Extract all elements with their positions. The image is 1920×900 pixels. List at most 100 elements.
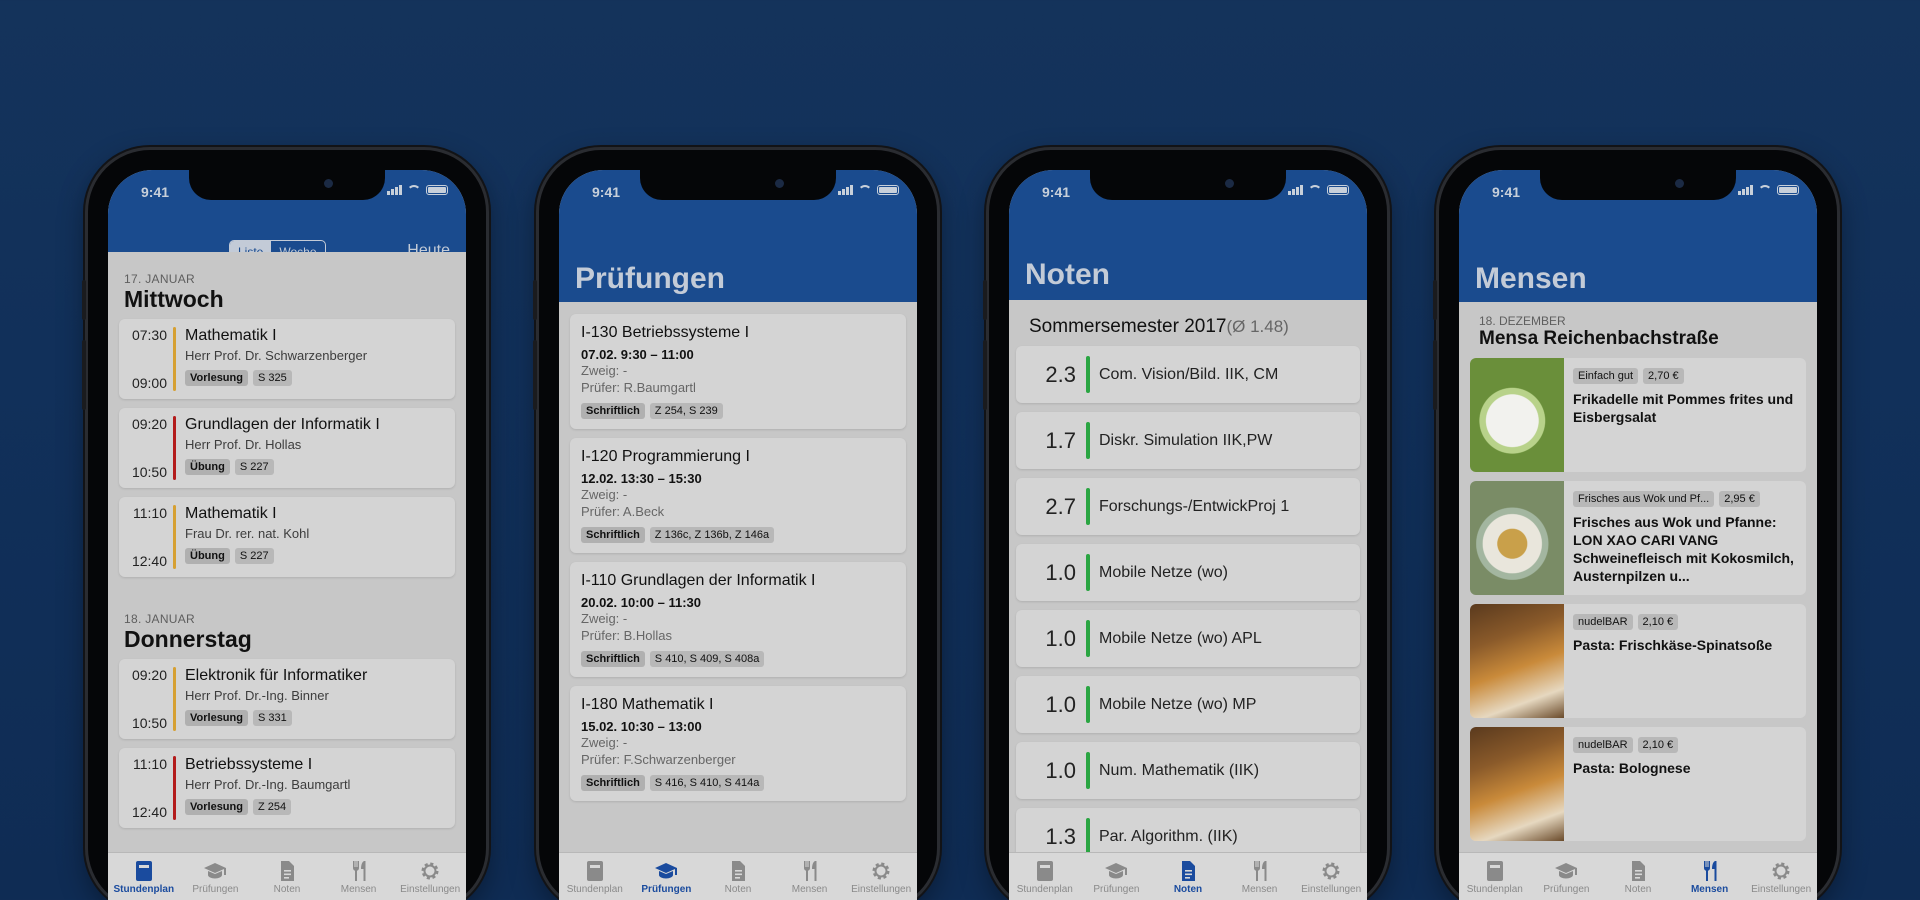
lecture-color-bar bbox=[173, 416, 176, 480]
grade-color-bar bbox=[1086, 422, 1090, 459]
tab-noten[interactable]: Noten bbox=[1152, 853, 1224, 900]
tab-mensen[interactable]: Mensen bbox=[323, 853, 395, 900]
lecture-prof: Frau Dr. rer. nat. Kohl bbox=[185, 526, 310, 541]
tab-noten[interactable]: Noten bbox=[702, 853, 774, 900]
exam-title: I-130 Betriebssysteme I bbox=[581, 324, 750, 341]
document-icon bbox=[273, 858, 301, 884]
gear-icon bbox=[1317, 858, 1345, 884]
tab-einstellungen[interactable]: Einstellungen bbox=[845, 853, 917, 900]
pasta-cook-photo bbox=[1470, 604, 1564, 718]
tab-pruefungen[interactable]: Prüfungen bbox=[631, 853, 703, 900]
grade-row[interactable]: 1.7 Diskr. Simulation IIK,PW bbox=[1016, 412, 1360, 469]
meal-card[interactable]: nudelBAR 2,10 € Pasta: Bolognese bbox=[1470, 727, 1806, 841]
meal-line: nudelBAR bbox=[1573, 737, 1633, 753]
status-time: 9:41 bbox=[1042, 184, 1071, 200]
calendar-icon bbox=[1031, 858, 1059, 884]
tab-label: Prüfungen bbox=[192, 884, 239, 895]
grade-row[interactable]: 1.3 Par. Algorithm. (IIK) bbox=[1016, 808, 1360, 852]
tab-stundenplan[interactable]: Stundenplan bbox=[108, 853, 180, 900]
exam-card[interactable]: I-110 Grundlagen der Informatik I 20.02. … bbox=[570, 562, 906, 677]
tab-label: Prüfungen bbox=[641, 884, 692, 895]
tab-pruefungen[interactable]: Prüfungen bbox=[1081, 853, 1153, 900]
grade-row[interactable]: 2.7 Forschungs-/EntwickProj 1 bbox=[1016, 478, 1360, 535]
tab-label: Noten bbox=[273, 884, 301, 895]
signal-icon bbox=[387, 185, 402, 195]
tab-pruefungen[interactable]: Prüfungen bbox=[180, 853, 252, 900]
grade-value: 1.0 bbox=[1045, 757, 1076, 783]
lecture-type: Vorlesung bbox=[185, 370, 248, 386]
calendar-icon bbox=[130, 858, 158, 884]
grade-row[interactable]: 1.0 Num. Mathematik (IIK) bbox=[1016, 742, 1360, 799]
meal-name: Pasta: Bolognese bbox=[1573, 760, 1691, 776]
meal-tags: Frisches aus Wok und Pf... 2,95 € bbox=[1573, 489, 1797, 507]
tab-noten[interactable]: Noten bbox=[1602, 853, 1674, 900]
tab-label: Stundenplan bbox=[1466, 884, 1523, 895]
lecture-times: 09:20 10:50 bbox=[119, 667, 173, 731]
grade-row[interactable]: 2.3 Com. Vision/Bild. IIK, CM bbox=[1016, 346, 1360, 403]
tab-stundenplan[interactable]: Stundenplan bbox=[1009, 853, 1081, 900]
tab-stundenplan[interactable]: Stundenplan bbox=[1459, 853, 1531, 900]
grade-row[interactable]: 1.0 Mobile Netze (wo) bbox=[1016, 544, 1360, 601]
exam-datetime: 12.02. 13:30 – 15:30 bbox=[581, 471, 702, 486]
grades-list[interactable]: Sommersemester 2017(Ø 1.48) 2.3 Com. Visi… bbox=[1009, 300, 1367, 852]
tab-mensen[interactable]: Mensen bbox=[1674, 853, 1746, 900]
meal-info: nudelBAR 2,10 € Pasta: Bolognese bbox=[1564, 727, 1806, 841]
exam-pruefer: Prüfer: A.Beck bbox=[581, 504, 665, 519]
tab-label: Noten bbox=[1624, 884, 1652, 895]
tab-einstellungen[interactable]: Einstellungen bbox=[1295, 853, 1367, 900]
meal-card[interactable]: Frisches aus Wok und Pf... 2,95 € Frisches… bbox=[1470, 481, 1806, 595]
lecture-card[interactable]: 09:20 10:50 Grundlagen der Informatik I Her… bbox=[119, 408, 455, 488]
lecture-color-bar bbox=[173, 667, 176, 731]
gear-icon bbox=[416, 858, 444, 884]
lecture-times: 11:10 12:40 bbox=[119, 756, 173, 820]
lecture-card[interactable]: 11:10 12:40 Mathematik I Frau Dr. rer. nat.… bbox=[119, 497, 455, 577]
lecture-color-bar bbox=[173, 756, 176, 820]
meal-list[interactable]: 18. DEZEMBER Mensa Reichenbachstraße Ein… bbox=[1459, 302, 1817, 852]
grade-row[interactable]: 1.0 Mobile Netze (wo) APL bbox=[1016, 610, 1360, 667]
status-time: 9:41 bbox=[1492, 184, 1521, 200]
grade-color-bar bbox=[1086, 620, 1090, 657]
grade-value: 2.7 bbox=[1045, 493, 1076, 519]
tab-mensen[interactable]: Mensen bbox=[1224, 853, 1296, 900]
grade-row[interactable]: 1.0 Mobile Netze (wo) MP bbox=[1016, 676, 1360, 733]
tab-einstellungen[interactable]: Einstellungen bbox=[1745, 853, 1817, 900]
tab-einstellungen[interactable]: Einstellungen bbox=[394, 853, 466, 900]
lecture-title: Mathematik I bbox=[185, 505, 277, 522]
grade-value: 1.0 bbox=[1045, 691, 1076, 717]
lecture-end: 09:00 bbox=[131, 375, 167, 391]
lecture-type: Vorlesung bbox=[185, 799, 248, 815]
exam-tags: Schriftlich S 410, S 409, S 408a bbox=[581, 649, 896, 667]
tab-label: Einstellungen bbox=[851, 884, 912, 895]
meal-price: 2,70 € bbox=[1643, 368, 1684, 384]
exam-card[interactable]: I-180 Mathematik I 15.02. 10:30 – 13:00 Zw… bbox=[570, 686, 906, 801]
wifi-icon bbox=[407, 185, 421, 195]
lecture-end: 10:50 bbox=[131, 715, 167, 731]
document-icon bbox=[1174, 858, 1202, 884]
semester-header: Sommersemester 2017(Ø 1.48) bbox=[1009, 300, 1367, 346]
lecture-card[interactable]: 09:20 10:50 Elektronik für Informatiker Her… bbox=[119, 659, 455, 739]
fork-knife-icon bbox=[1696, 858, 1724, 884]
mensa-name: Mensa Reichenbachstraße bbox=[1479, 328, 1719, 349]
tab-stundenplan[interactable]: Stundenplan bbox=[559, 853, 631, 900]
meal-line: nudelBAR bbox=[1573, 614, 1633, 630]
lecture-card[interactable]: 11:10 12:40 Betriebssysteme I Herr Prof. Dr… bbox=[119, 748, 455, 828]
lecture-card[interactable]: 07:30 09:00 Mathematik I Herr Prof. Dr. Sch… bbox=[119, 319, 455, 399]
screen: Prüfungen 9:41 I-130 Betriebssysteme I 07… bbox=[559, 170, 917, 900]
tab-noten[interactable]: Noten bbox=[251, 853, 323, 900]
tab-pruefungen[interactable]: Prüfungen bbox=[1531, 853, 1603, 900]
exam-zweig: Zweig: - bbox=[581, 611, 628, 626]
wifi-icon bbox=[858, 185, 872, 195]
lecture-start: 11:10 bbox=[133, 505, 167, 521]
exam-list[interactable]: I-130 Betriebssysteme I 07.02. 9:30 – 11:… bbox=[559, 302, 917, 852]
meal-card[interactable]: Einfach gut 2,70 € Frikadelle mit Pommes f… bbox=[1470, 358, 1806, 472]
meal-tags: nudelBAR 2,10 € bbox=[1573, 612, 1797, 630]
meal-card[interactable]: nudelBAR 2,10 € Pasta: Frischkäse-Spinatso… bbox=[1470, 604, 1806, 718]
schedule-list[interactable]: 17. JANUAR Mittwoch 07:30 09:00 Mathematik I… bbox=[108, 252, 466, 852]
meal-line: Einfach gut bbox=[1573, 368, 1639, 384]
status-time: 9:41 bbox=[592, 184, 621, 200]
exam-card[interactable]: I-120 Programmierung I 12.02. 13:30 – 15:… bbox=[570, 438, 906, 553]
exam-card[interactable]: I-130 Betriebssysteme I 07.02. 9:30 – 11:… bbox=[570, 314, 906, 429]
page-title: Prüfungen bbox=[575, 262, 725, 295]
meal-price: 2,10 € bbox=[1637, 737, 1679, 753]
tab-mensen[interactable]: Mensen bbox=[774, 853, 846, 900]
